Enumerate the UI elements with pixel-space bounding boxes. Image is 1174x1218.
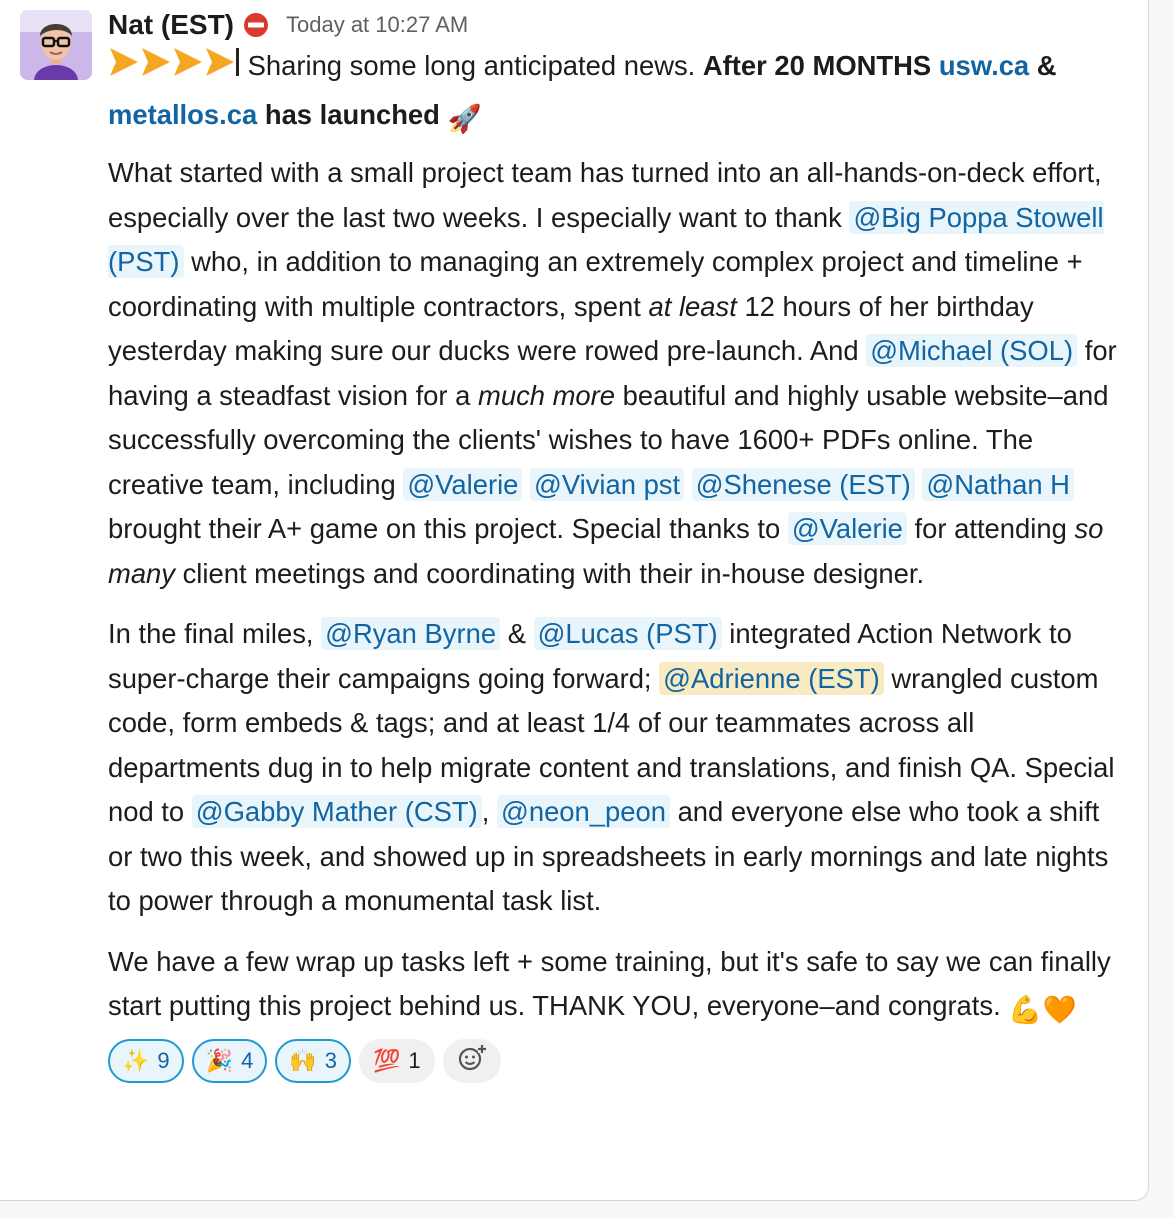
timestamp[interactable]: Today at 10:27 AM	[286, 12, 468, 38]
comma: ,	[481, 796, 490, 827]
no-entry-icon[interactable]	[242, 11, 270, 39]
mention-michael[interactable]: @Michael (SOL)	[866, 334, 1078, 367]
link-metallos[interactable]: metallos.ca	[108, 99, 257, 130]
text: We have a few wrap up tasks left + some …	[108, 945, 1111, 1022]
mention-vivian[interactable]: @Vivian pst	[530, 467, 685, 501]
reaction-count: 4	[241, 1047, 254, 1073]
paragraph-1: What started with a small project team h…	[108, 151, 1128, 596]
message-content: Nat (EST) Today at 10:27 AM Sharing some…	[108, 6, 1128, 1083]
message-body: Sharing some long anticipated news. Afte…	[108, 44, 1128, 1033]
mention-nathan[interactable]: @Nathan H	[922, 467, 1074, 501]
text: In the final miles,	[108, 618, 314, 649]
mention-lucas[interactable]: @Lucas (PST)	[533, 617, 722, 650]
text: &	[507, 618, 526, 649]
reaction-party-popper[interactable]: 🎉 4	[191, 1038, 268, 1083]
text: for attending	[914, 513, 1067, 544]
mention-neon-peon[interactable]: @neon_peon	[497, 795, 670, 828]
headline-bold: After 20 MONTHS	[702, 50, 932, 81]
italic-text: much more	[478, 379, 616, 411]
sparkles-icon: ✨	[122, 1047, 150, 1073]
mention-gabby-mather[interactable]: @Gabby Mather (CST)	[191, 795, 482, 828]
mention-shenese[interactable]: @Shenese (EST)	[691, 467, 915, 501]
hundred-points-icon: 💯	[372, 1047, 401, 1073]
reaction-sparkles[interactable]: ✨ 9	[108, 1038, 184, 1083]
orange-heart-emoji: 🧡	[1042, 994, 1077, 1025]
author-name[interactable]: Nat (EST)	[108, 9, 234, 41]
paragraph-2: In the final miles, @Ryan Byrne & @Lucas…	[108, 612, 1128, 924]
italic-text: at least	[648, 290, 737, 322]
add-reaction-button[interactable]	[442, 1038, 501, 1083]
raised-hands-icon: 🙌	[289, 1047, 317, 1073]
headline-text: Sharing some long anticipated news.	[247, 50, 696, 81]
reaction-count: 3	[324, 1047, 337, 1073]
mention-valerie[interactable]: @Valerie	[403, 467, 523, 501]
message-card: Nat (EST) Today at 10:27 AM Sharing some…	[0, 0, 1149, 1201]
mention-valerie[interactable]: @Valerie	[787, 512, 907, 545]
headline-bold-2: has launched	[264, 98, 440, 130]
party-popper-icon: 🎉	[205, 1047, 234, 1073]
reaction-raised-hands[interactable]: 🙌 3	[275, 1038, 351, 1083]
rocket-emoji: 🚀	[447, 102, 482, 134]
add-emoji-icon	[457, 1043, 487, 1078]
headline-paragraph: Sharing some long anticipated news. Afte…	[108, 44, 1128, 141]
link-usw[interactable]: usw.ca	[939, 50, 1029, 81]
reaction-hundred-points[interactable]: 💯 1	[358, 1038, 435, 1083]
text: client meetings and coordinating with th…	[182, 557, 925, 589]
reactions-bar: ✨ 9 🎉 4 🙌 3 💯 1	[108, 1038, 1128, 1083]
ampersand: &	[1036, 50, 1057, 81]
flexed-biceps-emoji: 💪	[1008, 994, 1043, 1025]
message-header: Nat (EST) Today at 10:27 AM	[108, 6, 1128, 44]
reaction-count: 1	[408, 1047, 421, 1073]
arrows-emoji	[108, 45, 240, 93]
reaction-count: 9	[157, 1047, 170, 1073]
text: brought their A+ game on this project. S…	[108, 513, 781, 544]
avatar[interactable]	[20, 10, 92, 80]
mention-ryan-byrne[interactable]: @Ryan Byrne	[321, 617, 501, 650]
paragraph-3: We have a few wrap up tasks left + some …	[108, 940, 1128, 1033]
mention-adrienne[interactable]: @Adrienne (EST)	[659, 661, 884, 695]
